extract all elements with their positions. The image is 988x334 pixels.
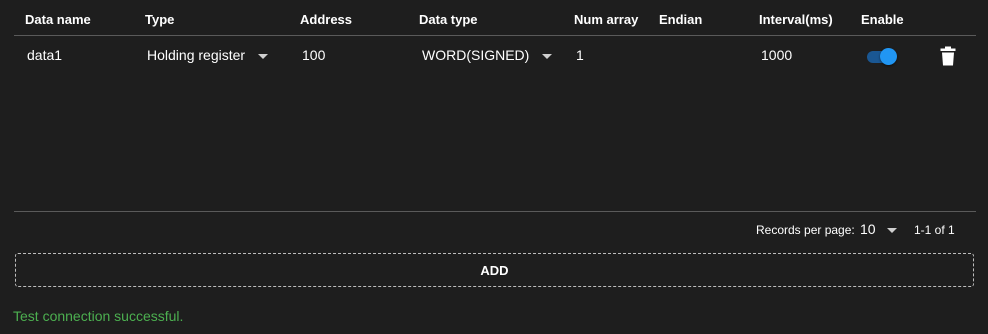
type-select-value: Holding register	[147, 47, 246, 63]
header-enable: Enable	[861, 12, 904, 27]
status-message: Test connection successful.	[13, 308, 184, 324]
header-data-type: Data type	[419, 12, 478, 27]
cell-num-array[interactable]: 1	[576, 47, 584, 63]
toggle-thumb	[880, 48, 897, 65]
table-row: data1 Holding register 100 WORD(SIGNED) …	[14, 36, 976, 76]
cell-address[interactable]: 100	[302, 47, 325, 63]
data-table: Data name Type Address Data type Num arr…	[14, 0, 976, 212]
cell-data-name[interactable]: data1	[27, 47, 62, 63]
add-button-label: ADD	[480, 262, 509, 278]
records-per-page-label: Records per page:	[756, 223, 855, 237]
pagination-range: 1-1 of 1	[914, 223, 955, 237]
header-address: Address	[300, 12, 353, 27]
data-type-select-value: WORD(SIGNED)	[422, 47, 530, 63]
chevron-down-icon	[258, 53, 269, 59]
records-per-page-select[interactable]: 10	[860, 221, 897, 237]
header-interval: Interval(ms)	[759, 12, 833, 27]
header-num-array: Num array	[574, 12, 639, 27]
chevron-down-icon	[886, 227, 897, 233]
trash-icon[interactable]	[940, 45, 956, 67]
data-type-select[interactable]: WORD(SIGNED)	[422, 47, 553, 63]
header-data-name: Data name	[25, 12, 91, 27]
records-per-page-value: 10	[860, 221, 876, 237]
table-empty-area	[14, 76, 976, 212]
cell-interval[interactable]: 1000	[761, 47, 792, 63]
table-header: Data name Type Address Data type Num arr…	[14, 0, 976, 36]
table-pagination: Records per page: 10 1-1 of 1	[14, 214, 976, 244]
type-select[interactable]: Holding register	[147, 47, 269, 63]
chevron-down-icon	[542, 53, 553, 59]
header-type: Type	[145, 12, 175, 27]
enable-toggle[interactable]	[867, 48, 897, 66]
add-button[interactable]: ADD	[15, 253, 974, 287]
header-endian: Endian	[659, 12, 703, 27]
